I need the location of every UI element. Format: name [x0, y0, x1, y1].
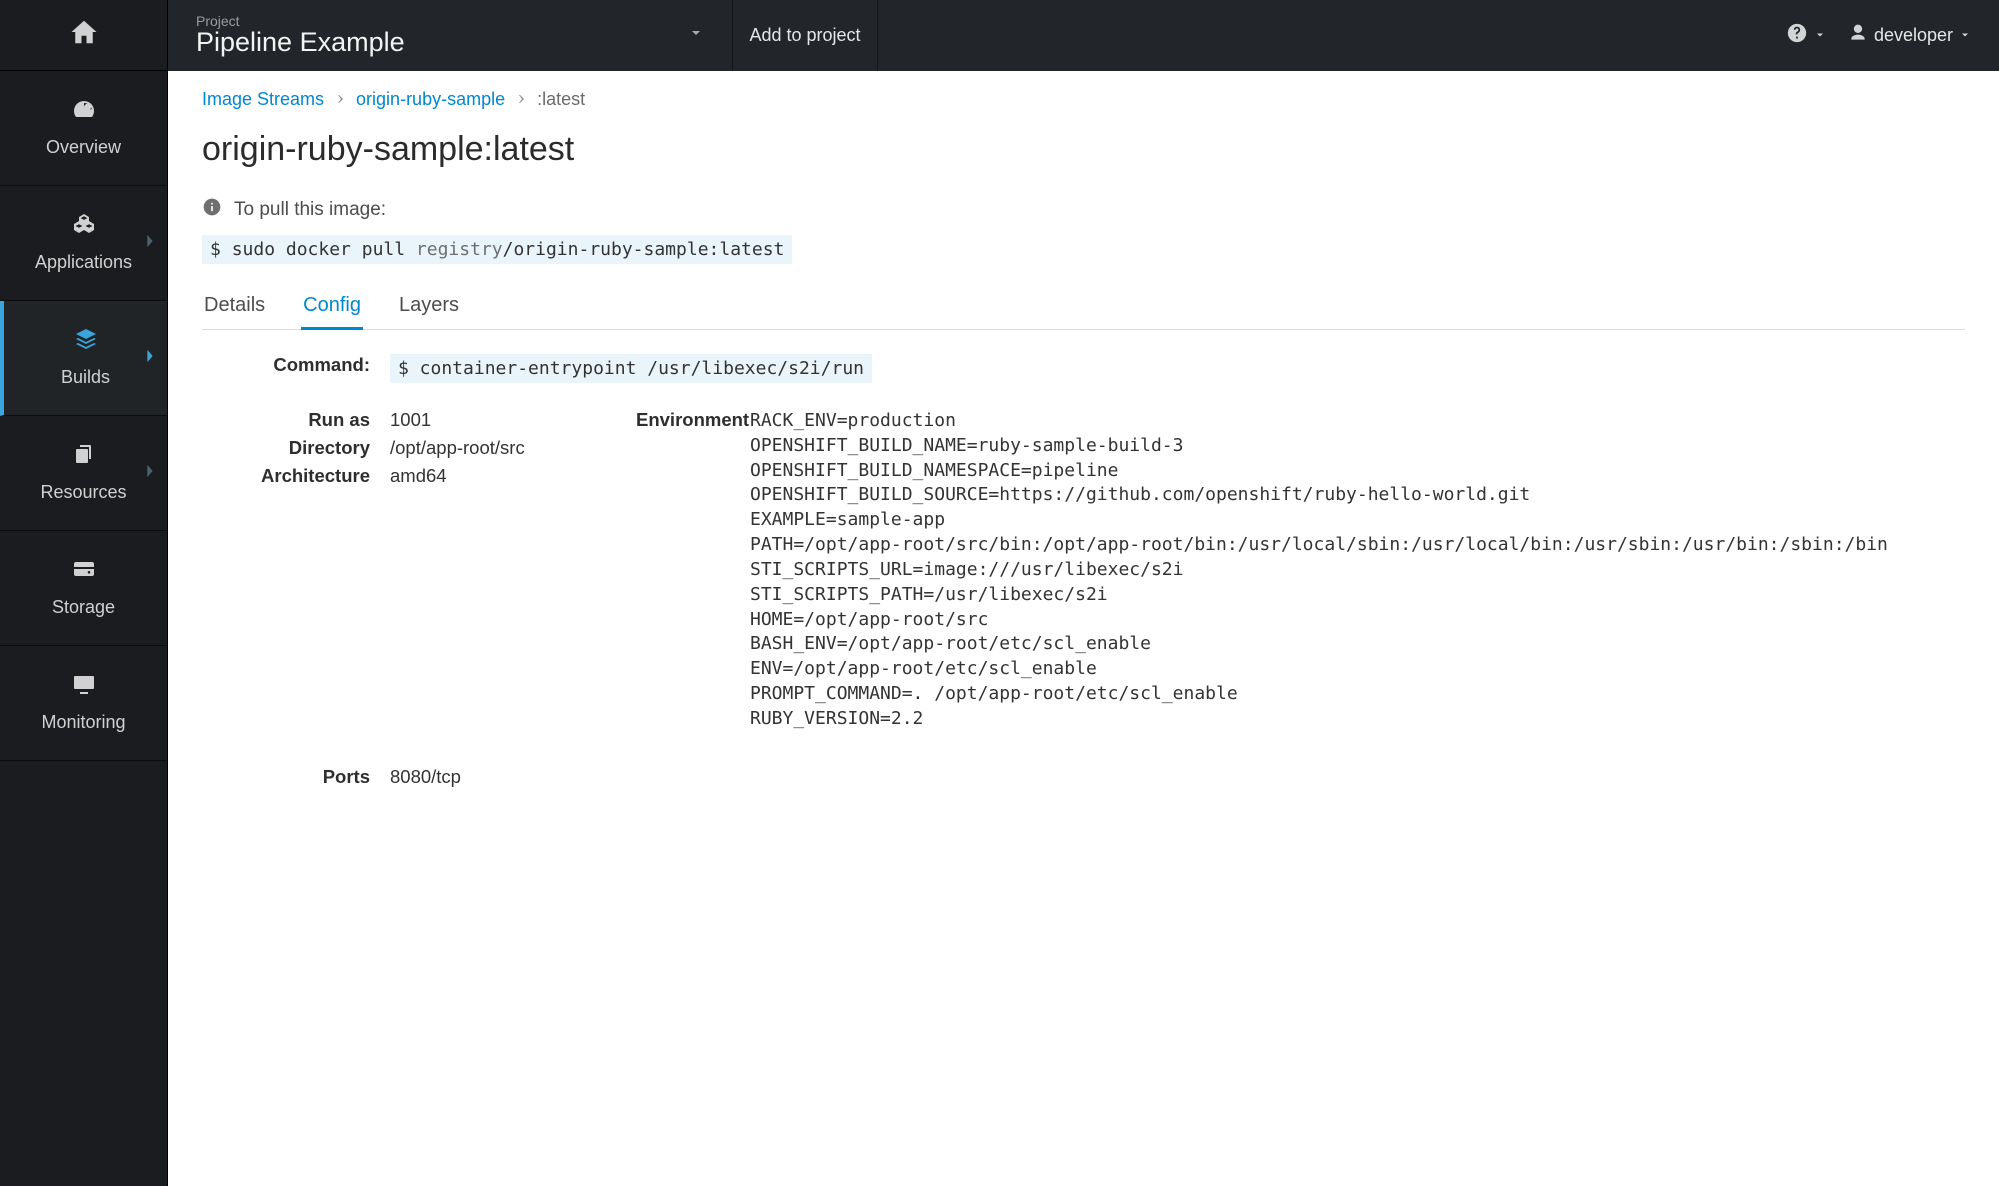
- env-line: STI_SCRIPTS_URL=image:///usr/libexec/s2i: [750, 558, 1965, 583]
- sidebar-item-label: Resources: [40, 482, 126, 502]
- user-name: developer: [1874, 25, 1953, 46]
- sidebar-item-resources[interactable]: Resources: [0, 416, 167, 531]
- monitor-icon: [8, 672, 159, 702]
- breadcrumb-stream[interactable]: origin-ruby-sample: [356, 89, 505, 110]
- directory-label: Directory: [202, 437, 390, 459]
- content: Image Streams origin-ruby-sample :latest…: [168, 71, 1999, 1186]
- sidebar-item-label: Storage: [52, 597, 115, 617]
- runas-label: Run as: [202, 409, 390, 431]
- chevron-right-icon: [145, 462, 155, 484]
- env-line: EXAMPLE=sample-app: [750, 508, 1965, 533]
- sidebar-item-label: Overview: [46, 137, 121, 157]
- env-line: HOME=/opt/app-root/src: [750, 608, 1965, 633]
- chevron-right-icon: [145, 232, 155, 254]
- env-line: RUBY_VERSION=2.2: [750, 707, 1965, 732]
- page-title: origin-ruby-sample:latest: [202, 130, 1965, 169]
- tab-details[interactable]: Details: [202, 290, 267, 329]
- sidebar-item-builds[interactable]: Builds: [0, 301, 167, 416]
- env-line: RACK_ENV=production: [750, 409, 1965, 434]
- project-name: Pipeline Example: [196, 27, 688, 58]
- env-line: ENV=/opt/app-root/etc/scl_enable: [750, 657, 1965, 682]
- architecture-label: Architecture: [202, 465, 390, 487]
- add-to-project-button[interactable]: Add to project: [733, 0, 878, 71]
- info-icon: [202, 197, 222, 223]
- sidebar-item-storage[interactable]: Storage: [0, 531, 167, 646]
- ports-value: 8080/tcp: [390, 766, 1965, 788]
- project-selector[interactable]: Project Pipeline Example: [168, 0, 733, 71]
- pull-command: $ sudo docker pull registry/origin-ruby-…: [202, 235, 792, 264]
- env-line: BASH_ENV=/opt/app-root/etc/scl_enable: [750, 632, 1965, 657]
- command-label: Command:: [202, 354, 390, 376]
- layers-icon: [12, 327, 159, 357]
- chevron-down-icon: [1814, 25, 1826, 47]
- environment-values: RACK_ENV=productionOPENSHIFT_BUILD_NAME=…: [750, 409, 1965, 732]
- sidebar-item-applications[interactable]: Applications: [0, 186, 167, 301]
- copy-icon: [8, 442, 159, 472]
- architecture-value: amd64: [390, 465, 612, 487]
- breadcrumb-separator-icon: [515, 89, 527, 110]
- chevron-down-icon: [688, 25, 704, 47]
- sidebar-home[interactable]: [0, 0, 167, 71]
- directory-value: /opt/app-root/src: [390, 437, 612, 459]
- tabs: Details Config Layers: [202, 290, 1965, 330]
- sidebar-item-overview[interactable]: Overview: [0, 71, 167, 186]
- runas-value: 1001: [390, 409, 612, 431]
- sidebar-item-label: Builds: [61, 367, 110, 387]
- env-line: OPENSHIFT_BUILD_SOURCE=https://github.co…: [750, 483, 1965, 508]
- tab-config[interactable]: Config: [301, 290, 363, 329]
- sidebar: Overview Applications Builds Resources S…: [0, 0, 168, 1186]
- help-menu[interactable]: [1786, 22, 1826, 50]
- pull-hint-text: To pull this image:: [234, 199, 386, 221]
- main: Project Pipeline Example Add to project …: [168, 0, 1999, 1186]
- pull-hint-block: To pull this image: $ sudo docker pull r…: [202, 197, 1965, 264]
- chevron-right-icon: [145, 347, 155, 369]
- cubes-icon: [8, 212, 159, 242]
- topbar: Project Pipeline Example Add to project …: [168, 0, 1999, 71]
- ports-label: Ports: [202, 766, 390, 788]
- config-panel: Command: $ container-entrypoint /usr/lib…: [202, 354, 1965, 788]
- dashboard-icon: [8, 97, 159, 127]
- home-icon: [69, 17, 99, 53]
- user-icon: [1848, 23, 1868, 49]
- env-line: OPENSHIFT_BUILD_NAME=ruby-sample-build-3: [750, 434, 1965, 459]
- tab-layers[interactable]: Layers: [397, 290, 461, 329]
- help-icon: [1786, 22, 1808, 50]
- breadcrumb-separator-icon: [334, 89, 346, 110]
- user-menu[interactable]: developer: [1848, 23, 1971, 49]
- env-line: PROMPT_COMMAND=. /opt/app-root/etc/scl_e…: [750, 682, 1965, 707]
- breadcrumb-current: :latest: [537, 89, 585, 110]
- breadcrumb-imagestreams[interactable]: Image Streams: [202, 89, 324, 110]
- sidebar-item-label: Applications: [35, 252, 132, 272]
- chevron-down-icon: [1959, 25, 1971, 47]
- env-line: PATH=/opt/app-root/src/bin:/opt/app-root…: [750, 533, 1965, 558]
- breadcrumb: Image Streams origin-ruby-sample :latest: [202, 89, 1965, 110]
- env-line: OPENSHIFT_BUILD_NAMESPACE=pipeline: [750, 459, 1965, 484]
- sidebar-item-label: Monitoring: [41, 712, 125, 732]
- env-line: STI_SCRIPTS_PATH=/usr/libexec/s2i: [750, 583, 1965, 608]
- sidebar-item-monitoring[interactable]: Monitoring: [0, 646, 167, 761]
- hdd-icon: [8, 557, 159, 587]
- environment-label: Environment: [636, 409, 750, 431]
- command-value: $ container-entrypoint /usr/libexec/s2i/…: [390, 354, 872, 383]
